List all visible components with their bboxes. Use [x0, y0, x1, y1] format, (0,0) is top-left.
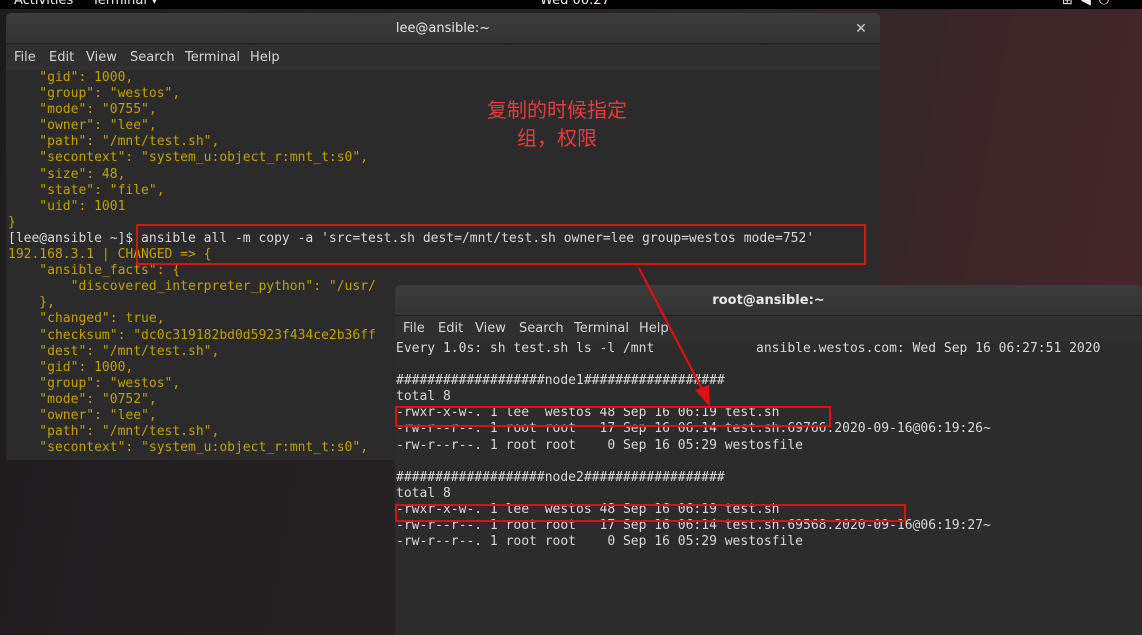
window-titlebar[interactable]: root@ansible:~: [395, 285, 1142, 316]
terminal-line: "gid": 1000,: [8, 70, 134, 85]
menu-view[interactable]: View: [86, 50, 117, 65]
annotation-line-2: 组，权限: [517, 126, 597, 150]
terminal-line: "group": "westos",: [8, 86, 181, 102]
terminal-line: -rwxr-x-w-. 1 lee westos 48 Sep 16 06:19…: [396, 501, 780, 517]
close-icon[interactable]: ✕: [850, 18, 872, 40]
menu-terminal[interactable]: Terminal: [574, 321, 629, 336]
menu-file[interactable]: File: [403, 321, 425, 336]
volume-icon: ◀: [1080, 0, 1099, 8]
terminal-line: "uid": 1001: [8, 198, 126, 214]
menu-help[interactable]: Help: [639, 321, 669, 336]
terminal-line: total 8: [396, 389, 451, 405]
menu-search[interactable]: Search: [519, 321, 564, 336]
top-bar: Activities Terminal ▾ Wed 06:27 ⊞◀⏻: [0, 0, 1142, 9]
terminal-line: Every 1.0s: sh test.sh ls -l /mnt ansibl…: [396, 341, 1101, 356]
terminal-line: -rwxr-x-w-. 1 lee westos 48 Sep 16 06:19…: [396, 405, 780, 421]
terminal-line: "mode": "0755",: [8, 102, 157, 118]
menu-view[interactable]: View: [475, 321, 506, 336]
terminal-line: "state": "file",: [8, 182, 165, 198]
window-title: root@ansible:~: [712, 293, 825, 308]
terminal-line: 192.168.3.1 | CHANGED => {: [8, 247, 212, 263]
terminal-window-root[interactable]: root@ansible:~ File Edit View Search Ter…: [395, 285, 1142, 635]
menu-edit[interactable]: Edit: [49, 50, 74, 65]
terminal-line: ###################node1################…: [396, 373, 725, 389]
window-titlebar[interactable]: lee@ansible:~ ✕: [6, 13, 880, 44]
terminal-line: -rw-r--r--. 1 root root 17 Sep 16 06:14 …: [396, 518, 991, 534]
app-menu[interactable]: Terminal ▾: [92, 0, 158, 8]
menu-search[interactable]: Search: [130, 50, 175, 65]
menu-file[interactable]: File: [14, 50, 36, 65]
terminal-line: -rw-r--r--. 1 root root 0 Sep 16 05:29 w…: [396, 534, 803, 550]
system-tray[interactable]: ⊞◀⏻: [1062, 0, 1117, 8]
terminal-line: "owner": "lee",: [8, 118, 157, 134]
terminal-line: }: [8, 214, 16, 230]
terminal-line: "secontext": "system_u:object_r:mnt_t:s0…: [8, 150, 369, 166]
clock[interactable]: Wed 06:27: [540, 0, 610, 8]
annotation-line-1: 复制的时候指定: [487, 98, 627, 122]
menu-edit[interactable]: Edit: [438, 321, 463, 336]
menu-terminal[interactable]: Terminal: [185, 50, 240, 65]
power-icon: ⏻: [1098, 0, 1118, 8]
terminal-line: -rw-r--r--. 1 root root 17 Sep 16 06:14 …: [396, 421, 991, 437]
terminal-line: [lee@ansible ~]$ ansible all -m copy -a …: [8, 230, 815, 246]
menu-help[interactable]: Help: [250, 50, 280, 65]
terminal-output[interactable]: Every 1.0s: sh test.sh ls -l /mnt ansibl…: [395, 341, 1142, 635]
terminal-line: -rw-r--r--. 1 root root 0 Sep 16 05:29 w…: [396, 437, 803, 453]
terminal-line: ###################node2################…: [396, 469, 725, 485]
terminal-line: "ansible_facts": {: [8, 263, 181, 279]
terminal-line: "path": "/mnt/test.sh",: [8, 134, 220, 150]
terminal-line: total 8: [396, 485, 451, 501]
menu-bar: File Edit View Search Terminal Help: [395, 316, 1142, 341]
network-icon: ⊞: [1062, 0, 1081, 8]
annotation-text: 复制的时候指定 组，权限: [462, 96, 652, 152]
window-title: lee@ansible:~: [395, 21, 491, 36]
terminal-line: "size": 48,: [8, 166, 126, 182]
activities-button[interactable]: Activities: [14, 0, 73, 8]
menu-bar: File Edit View Search Terminal Help: [6, 45, 880, 70]
